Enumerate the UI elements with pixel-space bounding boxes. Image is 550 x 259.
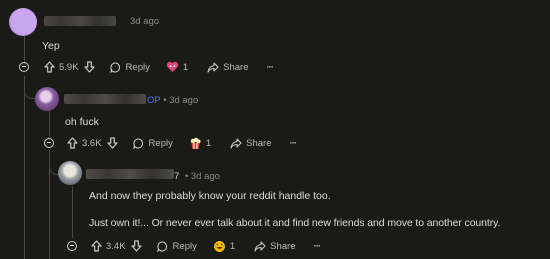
comment-actions: 5.9K Reply 1 Share ··· bbox=[42, 59, 274, 75]
share-label: Share bbox=[223, 61, 249, 73]
downvote-icon[interactable] bbox=[106, 137, 120, 149]
comment-body-line-1: And now they probably know your reddit h… bbox=[89, 190, 331, 202]
timestamp: • 3d ago bbox=[184, 171, 220, 182]
reply-button[interactable]: Reply bbox=[156, 241, 197, 252]
avatar[interactable] bbox=[35, 87, 59, 111]
more-options-button[interactable]: ··· bbox=[267, 62, 274, 73]
award-count: 1 bbox=[182, 61, 189, 73]
thread-line-3 bbox=[72, 186, 73, 238]
share-arrow-icon bbox=[253, 240, 266, 252]
laughing-award-icon bbox=[213, 240, 227, 253]
avatar[interactable] bbox=[58, 161, 82, 185]
username-redacted[interactable] bbox=[44, 16, 116, 26]
share-arrow-icon bbox=[229, 137, 242, 149]
username-redacted[interactable] bbox=[64, 94, 146, 104]
reply-label: Reply bbox=[125, 61, 150, 73]
reply-label: Reply bbox=[148, 137, 173, 149]
share-button[interactable]: Share bbox=[206, 61, 249, 73]
comment-actions: 3.4K Reply 1 Share ··· bbox=[89, 238, 321, 254]
downvote-icon[interactable] bbox=[130, 240, 144, 252]
comment-actions: 3.6K Reply 1 Share ··· bbox=[65, 135, 297, 151]
more-options-button[interactable]: ··· bbox=[314, 241, 321, 252]
award-button[interactable]: 1 bbox=[213, 240, 235, 253]
collapse-thread-button[interactable] bbox=[67, 241, 77, 251]
award-button[interactable]: 1 bbox=[189, 137, 211, 150]
share-button[interactable]: Share bbox=[253, 240, 296, 252]
score: 3.6K bbox=[82, 137, 102, 149]
timestamp: 3d ago bbox=[130, 16, 160, 27]
op-tag: OP bbox=[147, 95, 161, 106]
reply-bubble-icon bbox=[132, 137, 145, 149]
score: 3.4K bbox=[106, 240, 126, 252]
share-arrow-icon bbox=[206, 61, 219, 73]
award-count: 1 bbox=[205, 137, 212, 149]
comment-meta: 7 • 3d ago bbox=[174, 171, 220, 182]
downvote-icon[interactable] bbox=[83, 61, 97, 73]
reply-button[interactable]: Reply bbox=[132, 138, 173, 149]
popcorn-award-icon bbox=[189, 137, 203, 150]
comment-meta: OP • 3d ago bbox=[147, 95, 198, 106]
more-options-button[interactable]: ··· bbox=[290, 138, 297, 149]
collapse-thread-button[interactable] bbox=[44, 138, 54, 148]
username-redacted[interactable] bbox=[86, 169, 174, 179]
upvote-icon[interactable] bbox=[65, 137, 79, 149]
reply-button[interactable]: Reply bbox=[109, 62, 150, 73]
reply-label: Reply bbox=[172, 240, 197, 252]
upvote-icon[interactable] bbox=[89, 240, 103, 252]
award-button[interactable]: 1 bbox=[166, 61, 188, 73]
share-button[interactable]: Share bbox=[229, 137, 272, 149]
comment-body: Yep bbox=[42, 40, 60, 52]
reply-bubble-icon bbox=[109, 61, 122, 73]
avatar[interactable] bbox=[9, 8, 37, 36]
score: 5.9K bbox=[59, 61, 79, 73]
username-suffix: 7 bbox=[174, 171, 180, 182]
award-count: 1 bbox=[229, 240, 236, 252]
share-label: Share bbox=[270, 240, 296, 252]
timestamp: • 3d ago bbox=[163, 95, 199, 106]
thread-line-1-lower bbox=[24, 76, 25, 259]
upvote-icon[interactable] bbox=[42, 61, 56, 73]
comment-body-line-2: Just own it!... Or never ever talk about… bbox=[89, 217, 501, 229]
reply-bubble-icon bbox=[156, 240, 169, 252]
collapse-thread-button[interactable] bbox=[19, 62, 29, 72]
share-label: Share bbox=[246, 137, 272, 149]
comment-body: oh fuck bbox=[65, 116, 99, 128]
thread-line-2 bbox=[49, 110, 50, 138]
heart-eyes-award-icon bbox=[166, 61, 180, 73]
